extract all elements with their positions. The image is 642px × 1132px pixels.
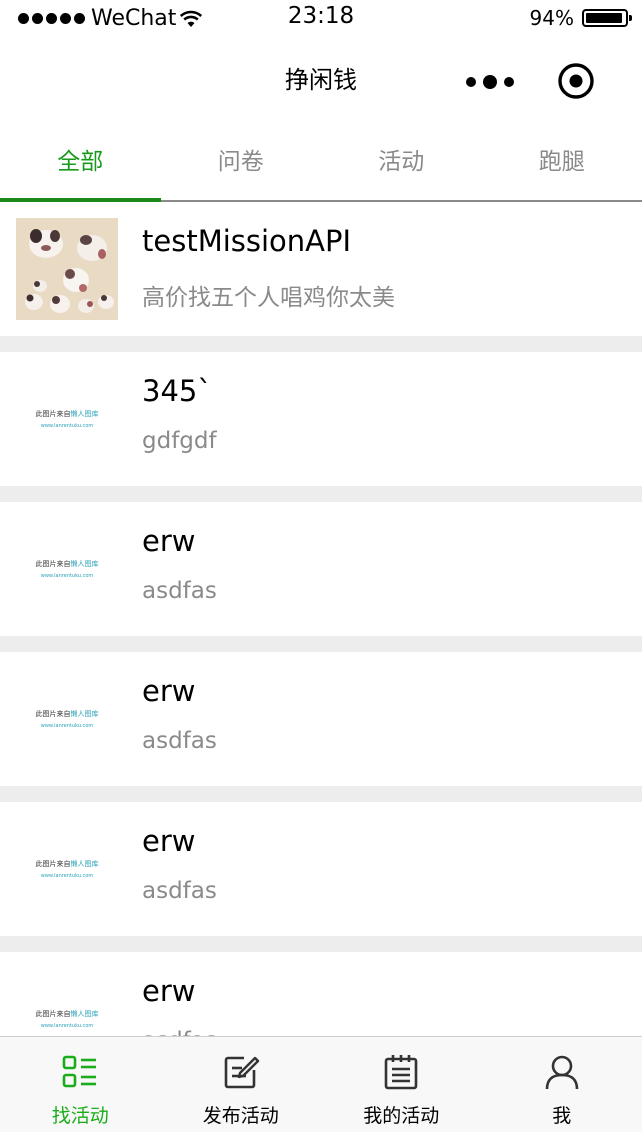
- placeholder-text: 此图片来自懒人图库: [35, 860, 99, 868]
- list-icon: [62, 1055, 97, 1088]
- tab-activity[interactable]: 活动: [321, 124, 482, 200]
- status-bar: WeChat 23:18 94%: [0, 0, 642, 36]
- page-title: 挣闲钱: [285, 66, 357, 94]
- mission-subtitle: asdfas: [142, 728, 217, 754]
- mission-title: testMissionAPI: [142, 224, 352, 258]
- bottom-tab-label: 发布活动: [202, 1105, 279, 1127]
- battery-percent: 94%: [529, 6, 574, 30]
- mission-title: erw: [142, 824, 196, 858]
- bottom-tab-label: 找活动: [51, 1105, 109, 1127]
- placeholder-url: www.lanrentuku.com: [40, 873, 94, 879]
- mission-title: erw: [142, 674, 196, 708]
- mission-thumbnail: [16, 218, 118, 320]
- tab-errand[interactable]: 跑腿: [482, 124, 642, 200]
- placeholder-url: www.lanrentuku.com: [40, 723, 94, 729]
- calendar-icon: [384, 1055, 418, 1090]
- tab-all[interactable]: 全部: [0, 124, 161, 202]
- list-item[interactable]: 此图片来自懒人图库 www.lanrentuku.com erw asdfas: [0, 652, 642, 786]
- close-miniprogram-icon[interactable]: [557, 62, 595, 100]
- placeholder-text: 此图片来自懒人图库: [35, 410, 99, 418]
- list-item[interactable]: 此图片来自懒人图库 www.lanrentuku.com erw asdfas: [0, 502, 642, 636]
- mission-title: erw: [142, 524, 196, 558]
- list-item[interactable]: testMissionAPI 高价找五个人唱鸡你太美: [0, 202, 642, 336]
- bottom-tab-label: 我: [552, 1105, 572, 1127]
- bottom-tab-publish-activity[interactable]: 发布活动: [161, 1037, 322, 1132]
- battery-level: [586, 13, 622, 23]
- navigation-bar: 挣闲钱: [0, 36, 642, 124]
- bottom-tab-me[interactable]: 我: [482, 1037, 642, 1132]
- bottom-tab-label: 我的活动: [363, 1105, 440, 1127]
- edit-icon: [224, 1056, 259, 1089]
- mission-thumbnail: 此图片来自懒人图库 www.lanrentuku.com: [16, 368, 118, 470]
- status-right: 94%: [529, 0, 632, 36]
- tab-questionnaire[interactable]: 问卷: [161, 124, 322, 200]
- list-item[interactable]: 此图片来自懒人图库 www.lanrentuku.com erw asdfas: [0, 952, 642, 1036]
- more-options-icon[interactable]: [466, 72, 514, 92]
- mission-subtitle: asdfas: [142, 878, 217, 904]
- placeholder-text: 此图片来自懒人图库: [35, 560, 99, 568]
- mission-subtitle: asdfas: [142, 578, 217, 604]
- mission-thumbnail: 此图片来自懒人图库 www.lanrentuku.com: [16, 818, 118, 920]
- placeholder-url: www.lanrentuku.com: [40, 423, 94, 429]
- person-icon: [545, 1055, 579, 1090]
- placeholder-url: www.lanrentuku.com: [40, 573, 94, 579]
- mission-thumbnail: 此图片来自懒人图库 www.lanrentuku.com: [16, 668, 118, 770]
- mission-subtitle: 高价找五个人唱鸡你太美: [142, 285, 395, 311]
- list-item[interactable]: 此图片来自懒人图库 www.lanrentuku.com erw asdfas: [0, 802, 642, 936]
- mission-subtitle: asdfas: [142, 1028, 217, 1036]
- bottom-tab-my-activity[interactable]: 我的活动: [321, 1037, 482, 1132]
- category-tabs: 全部 问卷 活动 跑腿: [0, 124, 642, 202]
- list-item[interactable]: 此图片来自懒人图库 www.lanrentuku.com 345` gdfgdf: [0, 352, 642, 486]
- mission-subtitle: gdfgdf: [142, 428, 217, 454]
- mission-thumbnail: 此图片来自懒人图库 www.lanrentuku.com: [16, 518, 118, 620]
- mission-list[interactable]: testMissionAPI 高价找五个人唱鸡你太美 此图片来自懒人图库 www…: [0, 202, 642, 1036]
- mission-title: erw: [142, 974, 196, 1008]
- placeholder-url: www.lanrentuku.com: [40, 1023, 94, 1029]
- illustration-image: [16, 218, 118, 320]
- placeholder-text: 此图片来自懒人图库: [35, 710, 99, 718]
- mission-title: 345`: [142, 374, 212, 408]
- battery-icon: [582, 9, 632, 27]
- bottom-tab-bar: 找活动 发布活动 我的活动 我: [0, 1036, 642, 1132]
- bottom-tab-find-activity[interactable]: 找活动: [0, 1037, 161, 1132]
- placeholder-text: 此图片来自懒人图库: [35, 1010, 99, 1018]
- mission-thumbnail: 此图片来自懒人图库 www.lanrentuku.com: [16, 968, 118, 1036]
